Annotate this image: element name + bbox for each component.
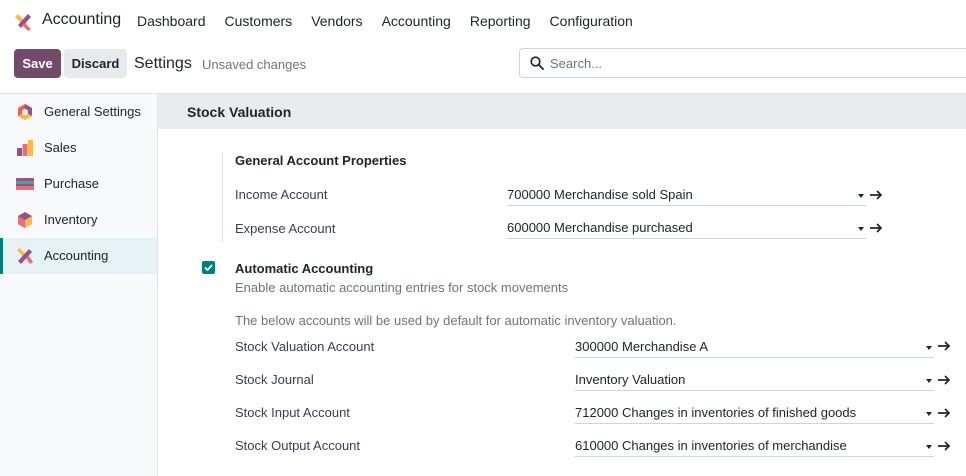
stock-input-account-field[interactable]: 712000 Changes in inventories of finishe… [575, 402, 934, 424]
arrow-right-icon[interactable] [937, 439, 951, 453]
menu-accounting[interactable]: Accounting [382, 13, 451, 29]
expense-account-field[interactable]: 600000 Merchandise purchased [507, 217, 866, 239]
chevron-down-icon[interactable] [926, 379, 932, 383]
save-button[interactable]: Save [14, 49, 61, 78]
stock-valuation-account-field[interactable]: 300000 Merchandise A [575, 336, 934, 358]
page-title: Settings [134, 55, 192, 72]
checkmark-icon [204, 264, 213, 272]
setting-divider [222, 152, 223, 242]
purchase-icon [16, 178, 34, 190]
main-menu: Dashboard Customers Vendors Accounting R… [137, 13, 652, 29]
sidebar-item-label: Accounting [44, 248, 109, 263]
stock-valuation-account-label: Stock Valuation Account [235, 339, 375, 354]
menu-customers[interactable]: Customers [225, 13, 293, 29]
chevron-down-icon[interactable] [926, 445, 932, 449]
discard-button[interactable]: Discard [64, 49, 127, 78]
menu-dashboard[interactable]: Dashboard [137, 13, 206, 29]
general-account-properties-title: General Account Properties [235, 153, 407, 168]
unsaved-status: Unsaved changes [202, 57, 307, 72]
sidebar-item-label: Inventory [44, 212, 98, 227]
top-navbar: Accounting Dashboard Customers Vendors A… [0, 0, 966, 42]
sidebar-item-general-settings[interactable]: General Settings [0, 94, 157, 130]
stock-journal-value: Inventory Valuation [575, 372, 686, 387]
settings-sidebar: General Settings Sales Purchase Inventor… [0, 94, 158, 476]
arrow-right-icon[interactable] [937, 406, 951, 420]
accounting-app-icon[interactable] [14, 11, 34, 31]
automatic-accounting-description: Enable automatic accounting entries for … [235, 280, 569, 295]
arrow-right-icon[interactable] [869, 221, 883, 235]
income-account-value: 700000 Merchandise sold Spain [507, 187, 693, 202]
income-account-label: Income Account [235, 187, 328, 202]
stock-input-account-label: Stock Input Account [235, 405, 350, 420]
sidebar-item-sales[interactable]: Sales [0, 130, 157, 166]
search-input[interactable] [550, 54, 950, 72]
arrow-right-icon[interactable] [937, 339, 951, 353]
sidebar-item-label: Purchase [44, 176, 99, 191]
stock-output-account-label: Stock Output Account [235, 438, 361, 453]
automatic-accounting-title: Automatic Accounting [235, 261, 374, 276]
app-name[interactable]: Accounting [42, 11, 121, 29]
search-icon [530, 56, 544, 70]
stock-output-account-value: 610000 Changes in inventories of merchan… [575, 438, 847, 453]
accounting-icon [17, 248, 33, 264]
stock-input-account-value: 712000 Changes in inventories of finishe… [575, 405, 857, 420]
automatic-accounting-checkbox[interactable] [202, 261, 215, 274]
sales-icon [17, 140, 33, 156]
stock-journal-field[interactable]: Inventory Valuation [575, 369, 934, 391]
chevron-down-icon[interactable] [926, 412, 932, 416]
general-settings-icon [18, 104, 32, 120]
sidebar-item-purchase[interactable]: Purchase [0, 166, 157, 202]
control-panel: Save Discard Settings Unsaved changes [0, 42, 966, 94]
automatic-valuation-note: The below accounts will be used by defau… [235, 313, 677, 328]
inventory-icon [18, 212, 32, 228]
arrow-right-icon[interactable] [869, 188, 883, 202]
expense-account-value: 600000 Merchandise purchased [507, 220, 693, 235]
section-header: Stock Valuation [158, 94, 966, 129]
chevron-down-icon[interactable] [926, 346, 932, 350]
menu-configuration[interactable]: Configuration [550, 13, 633, 29]
sidebar-item-accounting[interactable]: Accounting [0, 238, 157, 274]
search-box[interactable] [519, 48, 966, 78]
sidebar-item-label: Sales [44, 140, 77, 155]
chevron-down-icon[interactable] [858, 194, 864, 198]
section-title: Stock Valuation [187, 104, 292, 120]
sidebar-item-label: General Settings [44, 104, 141, 119]
menu-reporting[interactable]: Reporting [470, 13, 531, 29]
income-account-field[interactable]: 700000 Merchandise sold Spain [507, 184, 866, 206]
stock-journal-label: Stock Journal [235, 372, 314, 387]
stock-valuation-account-value: 300000 Merchandise A [575, 339, 708, 354]
sidebar-item-inventory[interactable]: Inventory [0, 202, 157, 238]
menu-vendors[interactable]: Vendors [311, 13, 362, 29]
expense-account-label: Expense Account [235, 221, 336, 236]
arrow-right-icon[interactable] [937, 373, 951, 387]
stock-output-account-field[interactable]: 610000 Changes in inventories of merchan… [575, 435, 934, 457]
chevron-down-icon[interactable] [858, 227, 864, 231]
